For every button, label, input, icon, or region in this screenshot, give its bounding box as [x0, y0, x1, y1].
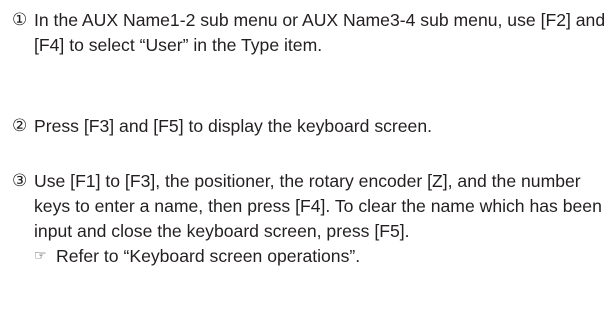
- pointing-hand-icon: ☞: [34, 248, 47, 264]
- cross-reference: ☞ Refer to “Keyboard screen operations”.: [34, 244, 608, 269]
- step-text: Press [F3] and [F5] to display the keybo…: [34, 116, 433, 136]
- step-3: ③ Use [F1] to [F3], the positioner, the …: [12, 169, 608, 269]
- step-number: ③: [12, 171, 28, 191]
- step-2: ② Press [F3] and [F5] to display the key…: [12, 114, 608, 139]
- step-number: ①: [12, 10, 28, 30]
- reference-text: Refer to “Keyboard screen operations”.: [56, 246, 361, 266]
- step-number: ②: [12, 116, 28, 136]
- instruction-steps: ① In the AUX Name1-2 sub menu or AUX Nam…: [0, 0, 615, 318]
- step-text: Use [F1] to [F3], the positioner, the ro…: [34, 171, 602, 241]
- step-1: ① In the AUX Name1-2 sub menu or AUX Nam…: [12, 8, 608, 58]
- step-text: In the AUX Name1-2 sub menu or AUX Name3…: [34, 10, 606, 55]
